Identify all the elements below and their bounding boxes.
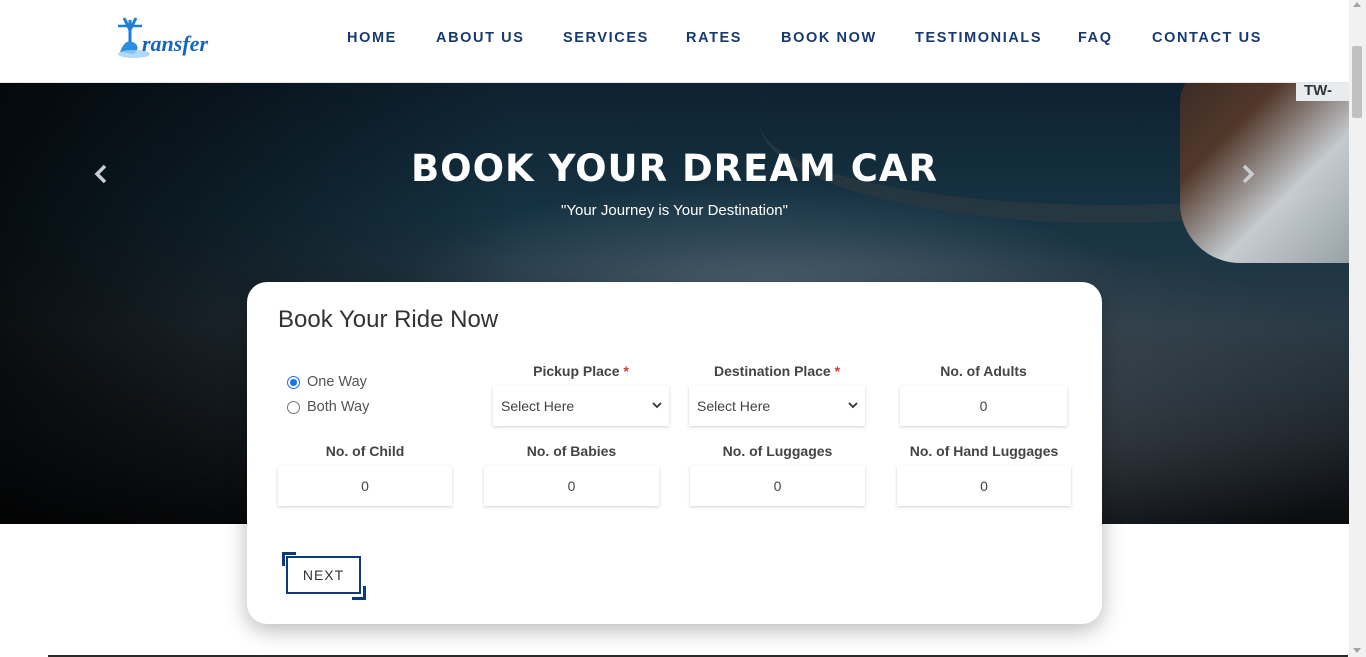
hero-license-plate: TW- — [1296, 83, 1349, 101]
child-label: No. of Child — [325, 443, 405, 459]
child-input[interactable]: 0 — [278, 466, 452, 506]
page: ransfer HOME ABOUT US SERVICES RATES BOO… — [0, 0, 1349, 657]
chevron-left-icon[interactable] — [91, 163, 111, 187]
trip-type-one-way[interactable]: One Way — [287, 373, 367, 391]
pickup-label: Pickup Place * — [533, 363, 629, 379]
radio-both-way[interactable] — [287, 400, 300, 414]
destination-label: Destination Place * — [713, 363, 841, 379]
pickup-select[interactable]: Select Here — [493, 386, 669, 426]
chevron-down-icon — [847, 386, 859, 442]
chevron-right-icon[interactable] — [1238, 163, 1258, 187]
nav-faq[interactable]: FAQ — [1078, 29, 1113, 47]
radio-one-way[interactable] — [287, 375, 300, 389]
luggages-input[interactable]: 0 — [690, 466, 865, 506]
nav-about-us[interactable]: ABOUT US — [436, 29, 525, 47]
radio-both-way-label: Both Way — [307, 399, 370, 415]
hand-luggages-label: No. of Hand Luggages — [909, 443, 1059, 459]
nav-rates[interactable]: RATES — [686, 29, 742, 47]
next-button-wrap: NEXT — [282, 552, 366, 600]
nav-testimonials[interactable]: TESTIMONIALS — [915, 29, 1042, 47]
radio-one-way-label: One Way — [307, 374, 367, 390]
chevron-down-icon — [651, 386, 663, 442]
main-nav: HOME ABOUT US SERVICES RATES BOOK NOW TE… — [0, 29, 1349, 49]
nav-services[interactable]: SERVICES — [563, 29, 649, 47]
hero-subtitle: "Your Journey is Your Destination" — [561, 202, 788, 219]
babies-input[interactable]: 0 — [484, 466, 659, 506]
adults-label: No. of Adults — [940, 363, 1027, 379]
nav-home[interactable]: HOME — [347, 29, 397, 47]
nav-book-now[interactable]: BOOK NOW — [781, 29, 877, 47]
scroll-down-icon[interactable] — [1353, 648, 1361, 653]
trip-type-both-way[interactable]: Both Way — [287, 398, 369, 416]
babies-label: No. of Babies — [526, 443, 617, 459]
form-title: Book Your Ride Now — [278, 306, 499, 333]
nav-contact-us[interactable]: CONTACT US — [1152, 29, 1262, 47]
hero-title: BOOK YOUR DREAM CAR — [410, 147, 939, 190]
next-button[interactable]: NEXT — [286, 556, 361, 594]
scrollbar-thumb[interactable] — [1352, 46, 1362, 118]
destination-select[interactable]: Select Here — [689, 386, 865, 426]
adults-input[interactable]: 0 — [900, 386, 1067, 426]
luggages-label: No. of Luggages — [722, 443, 833, 459]
scroll-up-icon[interactable] — [1353, 2, 1361, 7]
site-header: ransfer HOME ABOUT US SERVICES RATES BOO… — [0, 0, 1349, 83]
hand-luggages-input[interactable]: 0 — [897, 466, 1071, 506]
page-scrollbar[interactable] — [1349, 0, 1366, 657]
booking-form-card: Book Your Ride Now One Way Both Way Pick… — [247, 282, 1102, 624]
